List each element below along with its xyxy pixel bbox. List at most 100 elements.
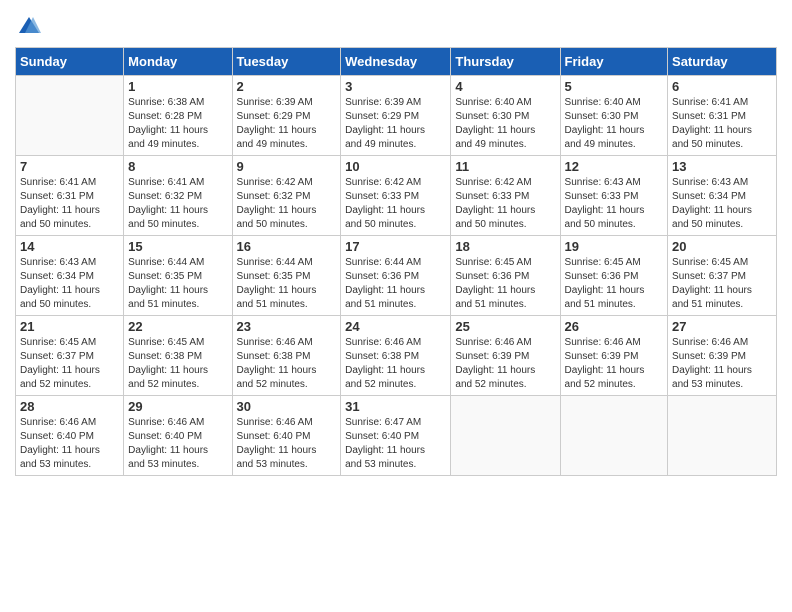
day-info: Sunrise: 6:45 AM Sunset: 6:36 PM Dayligh… (565, 256, 664, 312)
calendar-cell (16, 76, 124, 156)
day-info: Sunrise: 6:46 AM Sunset: 6:38 PM Dayligh… (345, 336, 446, 392)
day-info: Sunrise: 6:46 AM Sunset: 6:39 PM Dayligh… (455, 336, 555, 392)
calendar-cell: 7 Sunrise: 6:41 AM Sunset: 6:31 PM Daylig… (16, 156, 124, 236)
day-number: 10 (345, 159, 446, 174)
calendar-cell: 17 Sunrise: 6:44 AM Sunset: 6:36 PM Dayli… (341, 236, 451, 316)
day-info: Sunrise: 6:44 AM Sunset: 6:36 PM Dayligh… (345, 256, 446, 312)
day-info: Sunrise: 6:45 AM Sunset: 6:38 PM Dayligh… (128, 336, 227, 392)
day-info: Sunrise: 6:43 AM Sunset: 6:34 PM Dayligh… (672, 176, 772, 232)
calendar-cell: 15 Sunrise: 6:44 AM Sunset: 6:35 PM Dayli… (124, 236, 232, 316)
logo (15, 15, 41, 35)
day-number: 9 (237, 159, 337, 174)
day-info: Sunrise: 6:39 AM Sunset: 6:29 PM Dayligh… (237, 96, 337, 152)
calendar-cell: 21 Sunrise: 6:45 AM Sunset: 6:37 PM Dayli… (16, 316, 124, 396)
day-number: 19 (565, 239, 664, 254)
day-number: 20 (672, 239, 772, 254)
day-number: 18 (455, 239, 555, 254)
calendar-week-row-1: 7 Sunrise: 6:41 AM Sunset: 6:31 PM Daylig… (16, 156, 777, 236)
day-info: Sunrise: 6:46 AM Sunset: 6:38 PM Dayligh… (237, 336, 337, 392)
day-number: 12 (565, 159, 664, 174)
day-info: Sunrise: 6:45 AM Sunset: 6:36 PM Dayligh… (455, 256, 555, 312)
calendar-cell: 1 Sunrise: 6:38 AM Sunset: 6:28 PM Daylig… (124, 76, 232, 156)
day-number: 25 (455, 319, 555, 334)
day-info: Sunrise: 6:46 AM Sunset: 6:40 PM Dayligh… (237, 416, 337, 472)
day-number: 7 (20, 159, 119, 174)
day-number: 15 (128, 239, 227, 254)
day-info: Sunrise: 6:46 AM Sunset: 6:40 PM Dayligh… (128, 416, 227, 472)
calendar-cell: 26 Sunrise: 6:46 AM Sunset: 6:39 PM Dayli… (560, 316, 668, 396)
calendar-cell: 19 Sunrise: 6:45 AM Sunset: 6:36 PM Dayli… (560, 236, 668, 316)
calendar-week-row-4: 28 Sunrise: 6:46 AM Sunset: 6:40 PM Dayli… (16, 396, 777, 476)
calendar-week-row-2: 14 Sunrise: 6:43 AM Sunset: 6:34 PM Dayli… (16, 236, 777, 316)
day-info: Sunrise: 6:41 AM Sunset: 6:31 PM Dayligh… (20, 176, 119, 232)
calendar-cell: 16Sunrise: 6:44 AM Sunset: 6:35 PM Dayli… (232, 236, 341, 316)
day-number: 21 (20, 319, 119, 334)
day-info: Sunrise: 6:46 AM Sunset: 6:40 PM Dayligh… (20, 416, 119, 472)
day-info: Sunrise: 6:42 AM Sunset: 6:33 PM Dayligh… (455, 176, 555, 232)
day-info: Sunrise: 6:41 AM Sunset: 6:32 PM Dayligh… (128, 176, 227, 232)
day-number: 26 (565, 319, 664, 334)
page: Sunday Monday Tuesday Wednesday Thursday… (0, 0, 792, 612)
calendar-cell: 8 Sunrise: 6:41 AM Sunset: 6:32 PM Daylig… (124, 156, 232, 236)
day-number: 5 (565, 79, 664, 94)
calendar-cell: 9 Sunrise: 6:42 AM Sunset: 6:32 PM Daylig… (232, 156, 341, 236)
day-number: 14 (20, 239, 119, 254)
day-number: 30 (237, 399, 337, 414)
calendar-cell: 10 Sunrise: 6:42 AM Sunset: 6:33 PM Dayli… (341, 156, 451, 236)
day-number: 29 (128, 399, 227, 414)
day-number: 11 (455, 159, 555, 174)
day-number: 31 (345, 399, 446, 414)
header-friday: Friday (560, 48, 668, 76)
header (15, 15, 777, 35)
day-info: Sunrise: 6:47 AM Sunset: 6:40 PM Dayligh… (345, 416, 446, 472)
calendar-cell: 24Sunrise: 6:46 AM Sunset: 6:38 PM Dayli… (341, 316, 451, 396)
day-info: Sunrise: 6:38 AM Sunset: 6:28 PM Dayligh… (128, 96, 227, 152)
calendar-cell: 30 Sunrise: 6:46 AM Sunset: 6:40 PM Dayli… (232, 396, 341, 476)
day-info: Sunrise: 6:44 AM Sunset: 6:35 PM Dayligh… (128, 256, 227, 312)
day-info: Sunrise: 6:42 AM Sunset: 6:32 PM Dayligh… (237, 176, 337, 232)
calendar-table: Sunday Monday Tuesday Wednesday Thursday… (15, 47, 777, 476)
day-number: 6 (672, 79, 772, 94)
calendar-cell: 29 Sunrise: 6:46 AM Sunset: 6:40 PM Dayli… (124, 396, 232, 476)
calendar-cell: 18 Sunrise: 6:45 AM Sunset: 6:36 PM Dayli… (451, 236, 560, 316)
day-info: Sunrise: 6:46 AM Sunset: 6:39 PM Dayligh… (672, 336, 772, 392)
calendar-cell (668, 396, 777, 476)
calendar-cell: 12 Sunrise: 6:43 AM Sunset: 6:33 PM Dayli… (560, 156, 668, 236)
day-info: Sunrise: 6:46 AM Sunset: 6:39 PM Dayligh… (565, 336, 664, 392)
day-info: Sunrise: 6:42 AM Sunset: 6:33 PM Dayligh… (345, 176, 446, 232)
calendar-header-row: Sunday Monday Tuesday Wednesday Thursday… (16, 48, 777, 76)
calendar-cell (560, 396, 668, 476)
calendar-cell: 13 Sunrise: 6:43 AM Sunset: 6:34 PM Dayli… (668, 156, 777, 236)
day-info: Sunrise: 6:43 AM Sunset: 6:34 PM Dayligh… (20, 256, 119, 312)
header-tuesday: Tuesday (232, 48, 341, 76)
calendar-cell: 22 Sunrise: 6:45 AM Sunset: 6:38 PM Dayli… (124, 316, 232, 396)
day-number: 2 (237, 79, 337, 94)
day-number: 8 (128, 159, 227, 174)
calendar-cell: 20 Sunrise: 6:45 AM Sunset: 6:37 PM Dayli… (668, 236, 777, 316)
day-number: 13 (672, 159, 772, 174)
calendar-cell: 5Sunrise: 6:40 AM Sunset: 6:30 PM Daylig… (560, 76, 668, 156)
day-number: 28 (20, 399, 119, 414)
header-monday: Monday (124, 48, 232, 76)
calendar-cell: 6 Sunrise: 6:41 AM Sunset: 6:31 PM Daylig… (668, 76, 777, 156)
day-info: Sunrise: 6:45 AM Sunset: 6:37 PM Dayligh… (20, 336, 119, 392)
calendar-cell: 25 Sunrise: 6:46 AM Sunset: 6:39 PM Dayli… (451, 316, 560, 396)
day-number: 1 (128, 79, 227, 94)
calendar-cell: 23 Sunrise: 6:46 AM Sunset: 6:38 PM Dayli… (232, 316, 341, 396)
calendar-cell: 31 Sunrise: 6:47 AM Sunset: 6:40 PM Dayli… (341, 396, 451, 476)
day-number: 22 (128, 319, 227, 334)
header-saturday: Saturday (668, 48, 777, 76)
day-number: 16 (237, 239, 337, 254)
day-info: Sunrise: 6:41 AM Sunset: 6:31 PM Dayligh… (672, 96, 772, 152)
day-number: 3 (345, 79, 446, 94)
day-info: Sunrise: 6:45 AM Sunset: 6:37 PM Dayligh… (672, 256, 772, 312)
day-number: 27 (672, 319, 772, 334)
day-number: 23 (237, 319, 337, 334)
day-info: Sunrise: 6:43 AM Sunset: 6:33 PM Dayligh… (565, 176, 664, 232)
day-number: 17 (345, 239, 446, 254)
calendar-cell: 27 Sunrise: 6:46 AM Sunset: 6:39 PM Dayli… (668, 316, 777, 396)
calendar-cell: 3 Sunrise: 6:39 AM Sunset: 6:29 PM Daylig… (341, 76, 451, 156)
header-sunday: Sunday (16, 48, 124, 76)
logo-icon (17, 15, 41, 35)
day-info: Sunrise: 6:39 AM Sunset: 6:29 PM Dayligh… (345, 96, 446, 152)
